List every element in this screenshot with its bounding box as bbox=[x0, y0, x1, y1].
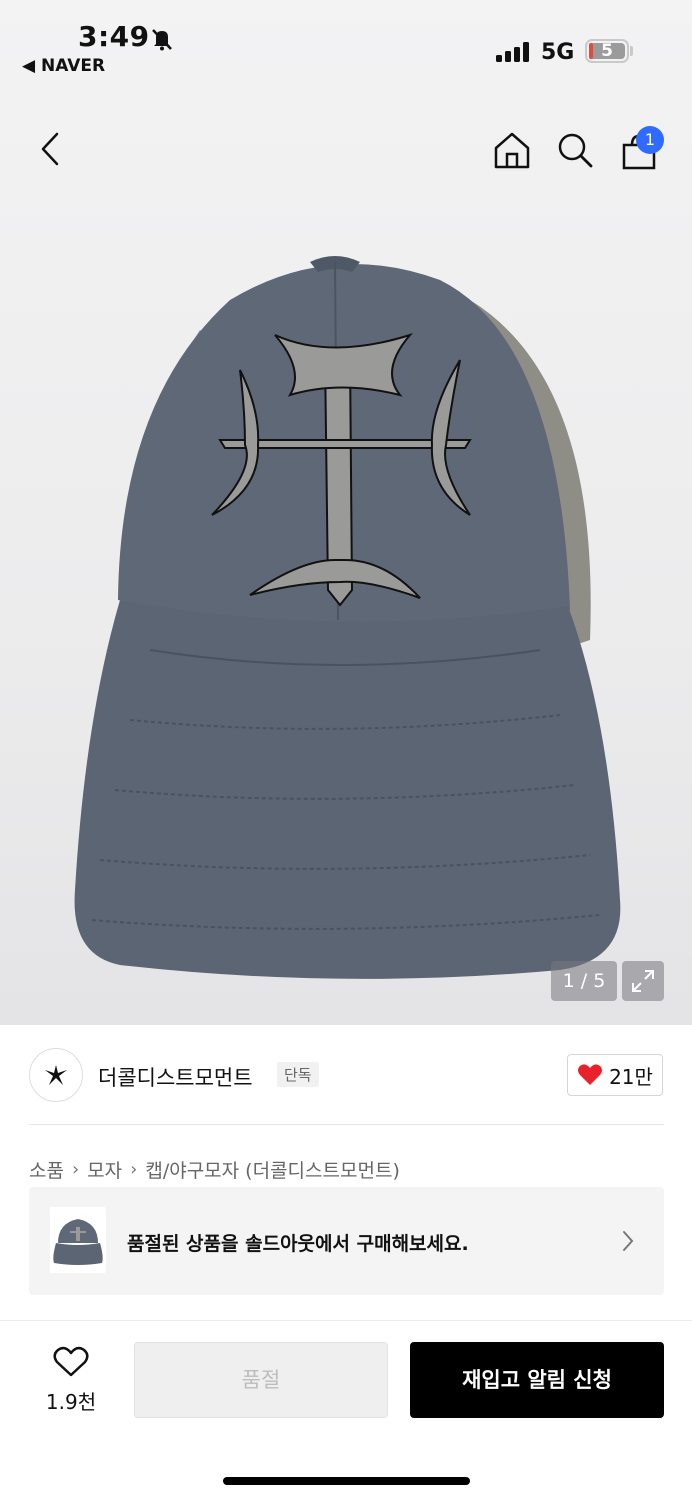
exclusive-badge: 단독 bbox=[277, 1062, 319, 1087]
network-type: 5G bbox=[541, 40, 575, 65]
breadcrumb-item[interactable]: 소품 bbox=[29, 1156, 64, 1183]
heart-filled-icon bbox=[578, 1064, 603, 1085]
breadcrumb-item[interactable]: 모자 bbox=[87, 1156, 122, 1183]
battery-icon: 5 bbox=[585, 39, 629, 63]
heart-outline-icon bbox=[53, 1346, 89, 1377]
restock-alert-button[interactable]: 재입고 알림 신청 bbox=[410, 1342, 664, 1418]
mute-bell-icon bbox=[152, 29, 172, 51]
soldout-button[interactable]: 품절 bbox=[134, 1342, 388, 1418]
status-time: 3:49 bbox=[78, 20, 150, 53]
chevron-right-icon: › bbox=[71, 1159, 80, 1180]
wishlist-count: 1.9천 bbox=[45, 1390, 97, 1414]
cellular-signal-icon bbox=[496, 42, 529, 62]
store-favorite-count: 21만 bbox=[609, 1064, 653, 1089]
store-name[interactable]: 더콜디스트모먼트 bbox=[98, 1062, 253, 1092]
star-logo-icon bbox=[45, 1065, 67, 1085]
banner-thumbnail bbox=[50, 1207, 106, 1273]
chevron-right-icon bbox=[623, 1231, 634, 1251]
search-button[interactable] bbox=[553, 128, 597, 172]
back-to-app-link[interactable]: ◀ NAVER bbox=[22, 56, 105, 76]
expand-image-button[interactable] bbox=[622, 961, 664, 1001]
battery-percent: 5 bbox=[601, 41, 613, 61]
cap-thumbnail-image bbox=[53, 1219, 103, 1265]
store-logo[interactable] bbox=[29, 1048, 83, 1102]
search-icon bbox=[558, 133, 593, 168]
breadcrumb: 소품 › 모자 › 캡/야구모자 (더콜디스트모먼트) bbox=[29, 1156, 400, 1183]
divider bbox=[29, 1124, 664, 1125]
breadcrumb-item[interactable]: 캡/야구모자 (더콜디스트모먼트) bbox=[145, 1156, 400, 1183]
home-indicator[interactable] bbox=[223, 1477, 470, 1485]
chevron-left-icon bbox=[41, 132, 59, 166]
image-counter: 1 / 5 bbox=[551, 961, 617, 1001]
banner-text: 품절된 상품을 솔드아웃에서 구매해보세요. bbox=[127, 1233, 469, 1255]
wishlist-button[interactable]: 1.9천 bbox=[40, 1346, 102, 1415]
back-button[interactable] bbox=[28, 127, 72, 171]
home-button[interactable] bbox=[490, 128, 534, 172]
battery-tip bbox=[630, 46, 633, 56]
expand-icon bbox=[632, 970, 654, 992]
home-icon bbox=[494, 132, 530, 169]
store-favorite-button[interactable]: 21만 bbox=[567, 1054, 663, 1096]
chevron-right-icon: › bbox=[130, 1159, 138, 1180]
cart-count-badge: 1 bbox=[636, 126, 664, 154]
